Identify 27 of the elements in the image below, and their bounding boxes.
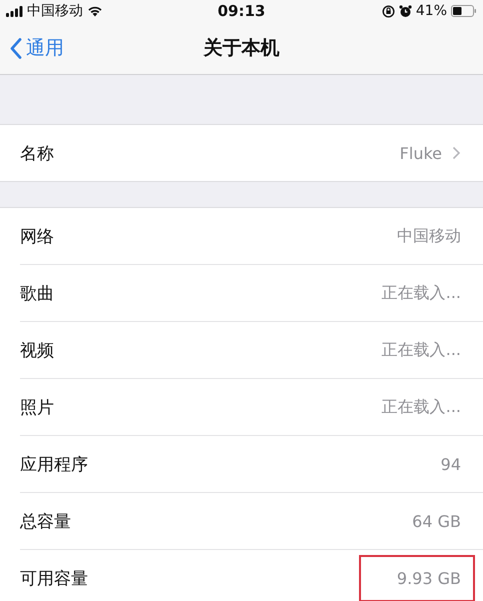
page-title: 关于本机 — [204, 36, 280, 61]
signal-icon — [6, 6, 23, 16]
row-value: Fluke — [400, 142, 442, 164]
carrier-name: 中国移动 — [27, 2, 83, 20]
row-label: 总容量 — [20, 510, 71, 532]
row-value: 9.93 GB — [358, 554, 475, 601]
row-value: 正在载入... — [382, 282, 461, 304]
row-label: 可用容量 — [20, 568, 88, 590]
row-label: 歌曲 — [20, 282, 54, 304]
rotation-lock-icon — [382, 4, 395, 18]
row-label: 照片 — [20, 396, 54, 418]
wifi-icon — [87, 5, 103, 17]
alarm-icon — [398, 4, 412, 18]
row-label: 视频 — [20, 340, 54, 362]
status-time: 09:13 — [218, 2, 266, 20]
battery-percent: 41% — [416, 3, 447, 19]
row-label: 应用程序 — [20, 454, 88, 476]
row-value: 正在载入... — [382, 338, 461, 360]
row-label: 网络 — [20, 226, 54, 248]
row-value: 正在载入... — [382, 396, 461, 418]
battery-icon — [451, 5, 477, 17]
back-chevron-icon — [10, 38, 22, 58]
row-value: 中国移动 — [397, 224, 461, 246]
row-value: 94 — [440, 454, 461, 476]
back-button[interactable]: 通用 — [0, 35, 64, 61]
row-value: 64 GB — [412, 510, 461, 532]
row-label: 名称 — [20, 142, 54, 164]
